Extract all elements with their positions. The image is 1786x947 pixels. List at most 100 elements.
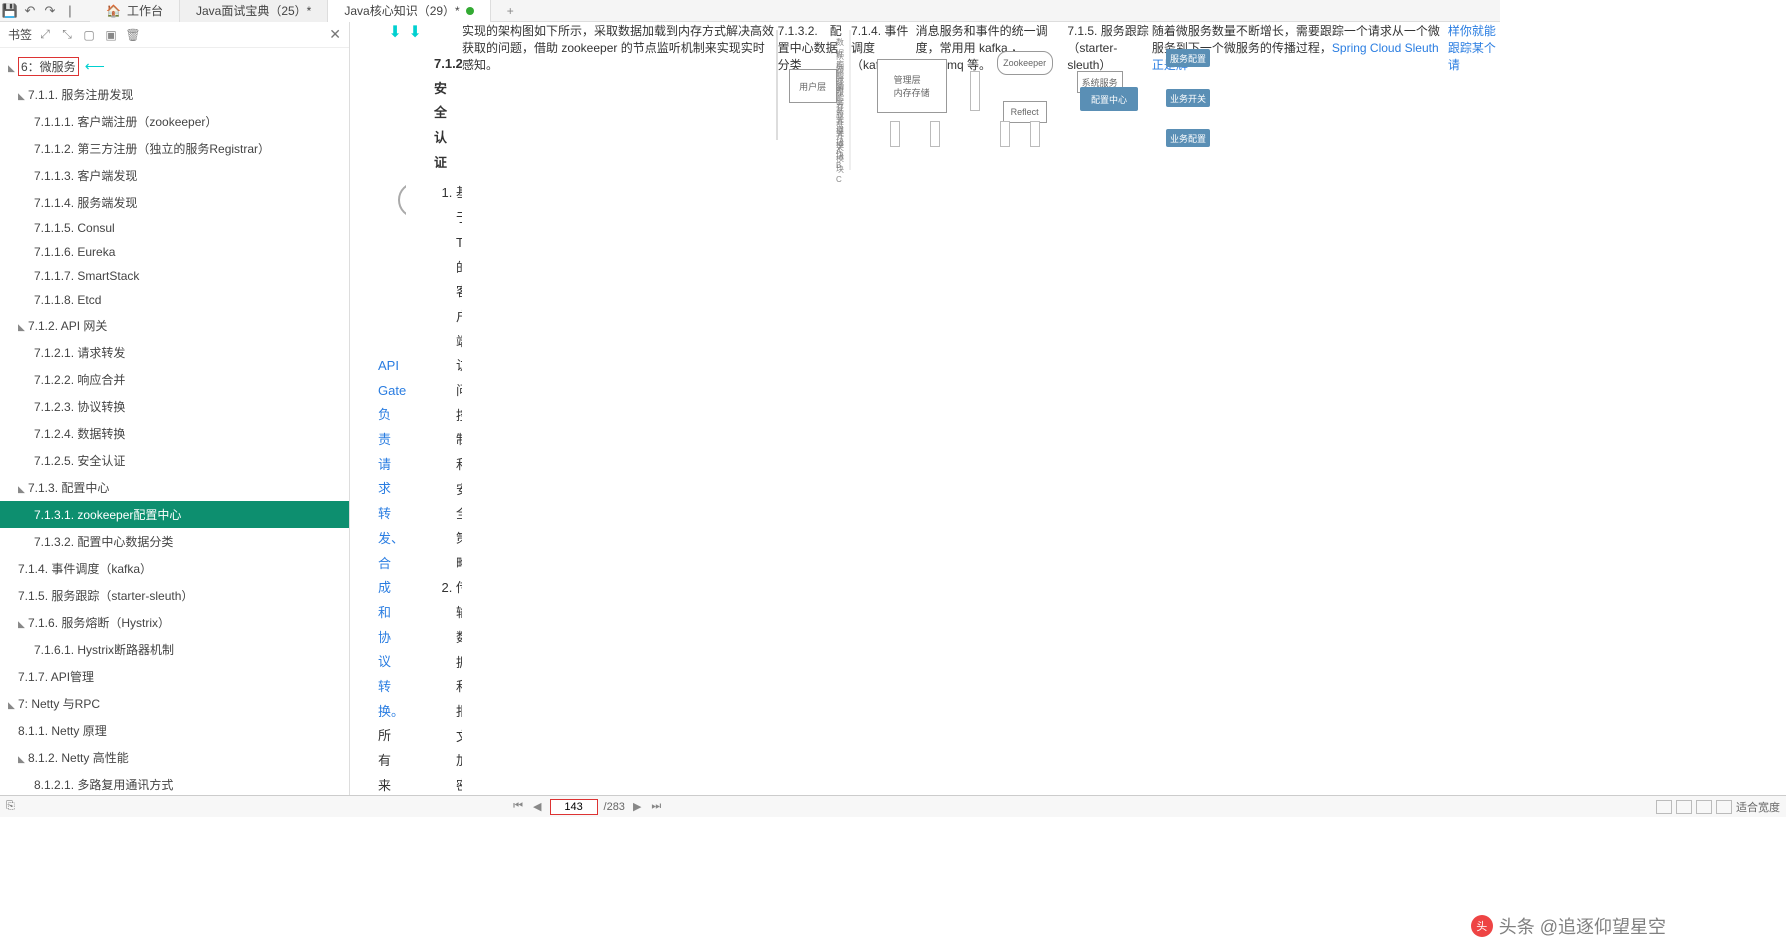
page-total: /283 — [604, 801, 625, 813]
tree-label: 7.1.2.4. 数据转换 — [34, 427, 125, 441]
tree-node[interactable]: 8.1.2.1. 多路复用通讯方式 — [0, 771, 349, 795]
plus-icon: + — [507, 4, 514, 18]
bookmark-add-icon[interactable]: ▢ — [80, 28, 98, 42]
tree-node[interactable]: 7.1.1.3. 客户端发现 — [0, 162, 349, 189]
tree-node[interactable]: 7.1.7. API管理 — [0, 663, 349, 690]
link-text: 样你就能跟踪某个请 — [1448, 22, 1500, 795]
tree-label: 8.1.2.1. 多路复用通讯方式 — [34, 778, 173, 792]
zookeeper-diagram: 用户层 管理层 内存存储 Zookeeper 系统服务 Reflect — [776, 30, 778, 140]
delete-icon[interactable]: 🗑 — [124, 28, 142, 42]
prev-page-icon[interactable]: ◀ — [531, 800, 543, 813]
diagram-text: 模块 C — [836, 153, 844, 184]
tree-label: 8.1.2. Netty 高性能 — [28, 751, 129, 765]
tree-label: 7.1.7. API管理 — [18, 670, 94, 684]
top-toolbar: 💾 ↶ ↷ | 🏠 工作台 Java面试宝典（25）* Java核心知识（29）… — [0, 0, 1500, 22]
tree-node[interactable]: 7.1.5. 服务跟踪（starter-sleuth） — [0, 582, 349, 609]
tree-node[interactable]: ◣7: Netty 与RPC — [0, 690, 349, 717]
tree-label: 7.1.1.3. 客户端发现 — [34, 169, 137, 183]
section-heading: 7.1.5. 服务跟踪（starter-sleuth） — [1067, 22, 1152, 795]
tree-node[interactable]: 7.1.2.2. 响应合并 — [0, 366, 349, 393]
user-icon: ☺ — [398, 182, 406, 218]
tab-label: 工作台 — [127, 2, 163, 19]
tree-node[interactable]: 7.1.1.2. 第三方注册（独立的服务Registrar） — [0, 135, 349, 162]
collapse-icon[interactable]: ⤡ — [58, 27, 76, 42]
expand-icon[interactable]: ⤢ — [36, 27, 54, 42]
tree-node[interactable]: 8.1.1. Netty 原理 — [0, 717, 349, 744]
diagram-box: 配置中心 — [1080, 87, 1138, 111]
tree-node[interactable]: ◣7.1.6. 服务熔断（Hystrix） — [0, 609, 349, 636]
tree-node[interactable]: ◣7.1.3. 配置中心 — [0, 474, 349, 501]
tree-label: 7.1.1.6. Eureka — [34, 245, 115, 259]
tab-doc2[interactable]: Java核心知识（29）* ⬇ ⬇ — [328, 0, 490, 22]
tree-label: 6：微服务 — [18, 57, 79, 76]
bookmark-tree: ◣6：微服务⟵ ◣7.1.1. 服务注册发现 7.1.1.1. 客户端注册（zo… — [0, 48, 349, 795]
tree-label: 7: Netty 与RPC — [18, 697, 100, 711]
tree-node[interactable]: 7.1.2.4. 数据转换 — [0, 420, 349, 447]
export-icon[interactable]: ⎘ — [6, 800, 15, 813]
tree-node[interactable]: ◣8.1.2. Netty 高性能 — [0, 744, 349, 771]
tree-node[interactable]: 7.1.6.1. Hystrix断路器机制 — [0, 636, 349, 663]
zoom-label[interactable]: 适合宽度 — [1736, 799, 1780, 815]
tree-label: 7.1.1. 服务注册发现 — [28, 88, 133, 102]
tree-label: 7.1.3.1. zookeeper配置中心 — [34, 508, 181, 522]
save-icon[interactable]: 💾 — [0, 1, 20, 21]
tree-node[interactable]: 7.1.3.2. 配置中心数据分类 — [0, 528, 349, 555]
status-bar: ⎘ ⏮ ◀ /283 ▶ ⏭ 适合宽度 — [0, 795, 1786, 817]
tree-label: 7.1.2. API 网关 — [28, 319, 107, 333]
diagram-box: 业务配置 — [1166, 129, 1210, 147]
view-mode-icon[interactable] — [1676, 800, 1692, 814]
tree-label: 7.1.1.1. 客户端注册（zookeeper） — [34, 115, 217, 129]
tree-node[interactable]: ◣7.1.1. 服务注册发现 — [0, 81, 349, 108]
page-navigator: ⏮ ◀ /283 ▶ ⏭ — [511, 799, 663, 815]
tree-label: 7.1.1.5. Consul — [34, 221, 115, 235]
tree-node[interactable]: ◣7.1.2. API 网关 — [0, 312, 349, 339]
home-icon: 🏠 — [106, 4, 121, 18]
tree-label: 7.1.1.2. 第三方注册（独立的服务Registrar） — [34, 142, 270, 156]
first-page-icon[interactable]: ⏮ — [511, 800, 525, 813]
redo-icon[interactable]: ↷ — [40, 1, 60, 21]
tree-node[interactable]: 7.1.1.1. 客户端注册（zookeeper） — [0, 108, 349, 135]
tree-node[interactable]: 7.1.1.5. Consul — [0, 216, 349, 240]
body-text: 实现的架构图如下所示，采取数据加载到内存方式解决高效获取的问题，借助 zooke… — [462, 22, 776, 795]
tree-label: 7.1.1.8. Etcd — [34, 293, 101, 307]
ordered-list: 基于 Token 的客户端访问控制和安全策略 传输数据和报文加密，到服务端解密，… — [434, 181, 456, 795]
tree-node-selected[interactable]: 7.1.3.1. zookeeper配置中心 — [0, 501, 349, 528]
view-mode-icon[interactable] — [1696, 800, 1712, 814]
next-page-icon[interactable]: ▶ — [631, 800, 643, 813]
undo-icon[interactable]: ↶ — [20, 1, 40, 21]
bookmarks-sidebar: 书签 ⤢ ⤡ ▢ ▣ 🗑 ✕ ◣6：微服务⟵ ◣7.1.1. 服务注册发现 7.… — [0, 22, 350, 795]
tree-node[interactable]: ◣6：微服务⟵ — [0, 52, 349, 81]
tree-node[interactable]: 7.1.1.4. 服务端发现 — [0, 189, 349, 216]
tab-label: Java核心知识（29）* — [344, 2, 459, 19]
tab-doc1[interactable]: Java面试宝典（25）* — [180, 0, 328, 22]
tree-label: 8.1.1. Netty 原理 — [18, 724, 107, 738]
tree-node[interactable]: 7.1.2.1. 请求转发 — [0, 339, 349, 366]
tree-node[interactable]: 7.1.1.8. Etcd — [0, 288, 349, 312]
divider-icon: | — [60, 1, 80, 21]
new-tab-button[interactable]: + — [491, 0, 530, 22]
bookmark-collapse-icon[interactable]: ▣ — [102, 28, 120, 42]
link-text: API Gateway 负责请求转发、合成和协议转换。 — [378, 358, 406, 719]
last-page-icon[interactable]: ⏭ — [649, 800, 663, 813]
tree-node[interactable]: 7.1.2.3. 协议转换 — [0, 393, 349, 420]
tree-label: 7.1.6.1. Hystrix断路器机制 — [34, 643, 174, 657]
tree-node[interactable]: 7.1.4. 事件调度（kafka） — [0, 555, 349, 582]
tree-label: 7.1.5. 服务跟踪（starter-sleuth） — [18, 589, 193, 603]
tree-node[interactable]: 7.1.2.5. 安全认证 — [0, 447, 349, 474]
page-input[interactable] — [550, 799, 598, 815]
section-heading: 7.1.4. 事件调度（kafka） — [851, 22, 916, 795]
tab-workspace[interactable]: 🏠 工作台 — [90, 0, 180, 22]
diagram-box: 服务配置 — [1166, 49, 1210, 67]
view-mode-icon[interactable] — [1716, 800, 1732, 814]
diagram-box: 业务开关 — [1166, 89, 1210, 107]
close-icon[interactable]: ✕ — [329, 26, 341, 43]
config-center-diagram: 配置中心 服务配置 业务开关 业务配置 数据库服务 队列服务 缓存服务 功能开关… — [849, 30, 851, 170]
view-mode-icon[interactable] — [1656, 800, 1672, 814]
tree-node[interactable]: 7.1.1.6. Eureka — [0, 240, 349, 264]
tree-label: 7.1.3.2. 配置中心数据分类 — [34, 535, 173, 549]
tree-label: 7.1.1.7. SmartStack — [34, 269, 139, 283]
tree-node[interactable]: 7.1.1.7. SmartStack — [0, 264, 349, 288]
tree-label: 7.1.4. 事件调度（kafka） — [18, 562, 152, 576]
tree-label: 7.1.6. 服务熔断（Hystrix） — [28, 616, 170, 630]
sidebar-title: 书签 — [8, 26, 32, 43]
